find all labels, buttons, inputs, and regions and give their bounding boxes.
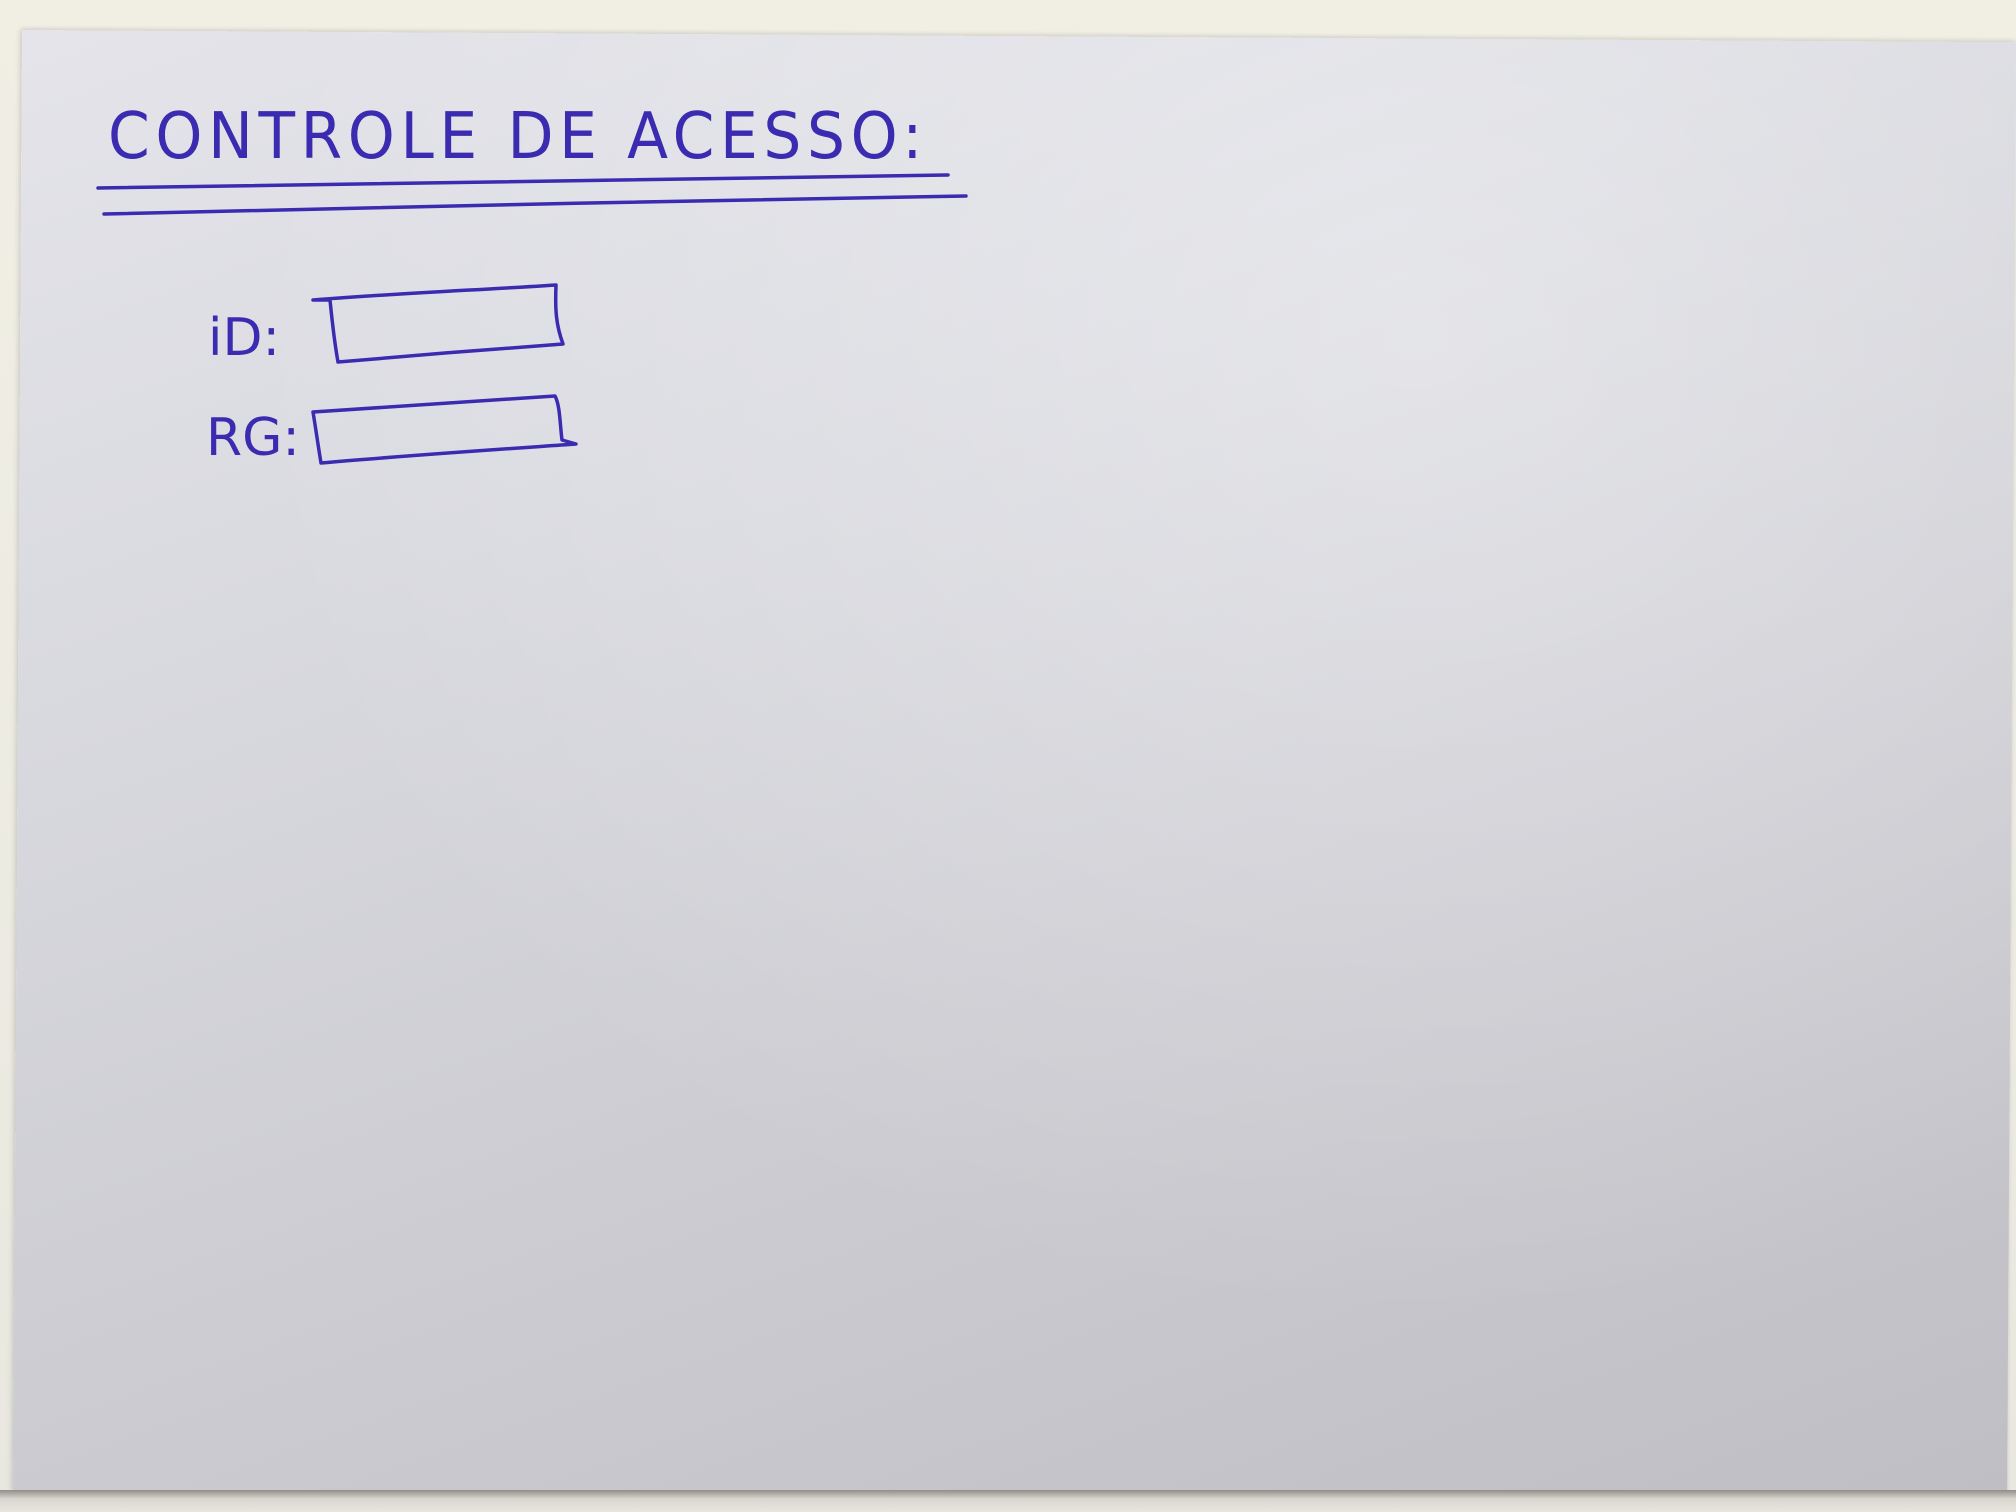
form-title-group: CONTROLE DE ACESSO:	[96, 100, 968, 216]
rg-field-row: RG:	[206, 394, 578, 468]
id-field-row: iD:	[208, 283, 565, 368]
wireframe-sketch: CONTROLE DE ACESSO: iD: RG:	[96, 100, 968, 468]
title-underline-top	[96, 173, 950, 190]
id-field-label: iD:	[208, 308, 280, 368]
title-underline-bottom	[102, 194, 968, 216]
form-title: CONTROLE DE ACESSO:	[108, 100, 928, 174]
rg-field-label: RG:	[206, 408, 300, 468]
